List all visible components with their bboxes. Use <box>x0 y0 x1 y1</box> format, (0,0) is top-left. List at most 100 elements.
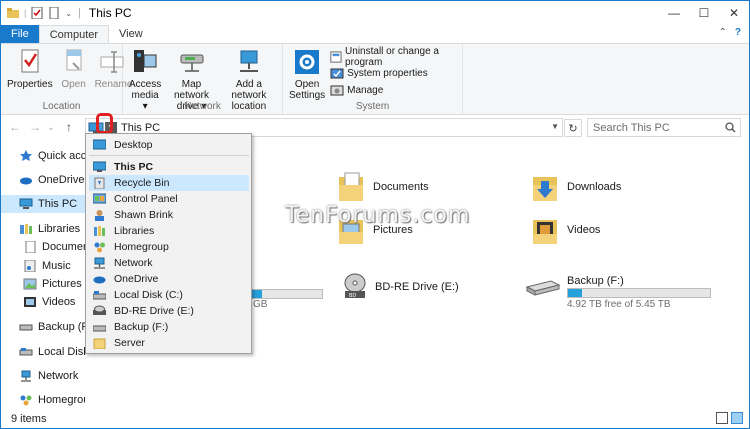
dd-item-network[interactable]: Network <box>89 255 249 271</box>
nav-item-videos[interactable]: Videos <box>1 293 85 311</box>
details-view-button[interactable] <box>716 412 728 424</box>
dd-item-server[interactable]: Server <box>89 335 249 351</box>
user-icon <box>95 210 104 221</box>
desktop-icon <box>93 139 106 150</box>
folder-downloads[interactable]: Downloads <box>531 171 621 203</box>
folder-icon <box>7 8 19 18</box>
dd-item-control-panel[interactable]: Control Panel <box>89 191 249 207</box>
nav-item-documents[interactable]: Documents <box>1 238 85 256</box>
folder-icon <box>93 338 106 349</box>
maximize-button[interactable]: ☐ <box>689 1 719 25</box>
dd-item-libraries[interactable]: Libraries <box>89 223 249 239</box>
dd-item-backup-f[interactable]: Backup (F:) <box>89 319 249 335</box>
music-icon <box>24 260 36 272</box>
dd-item-shawn-brink[interactable]: Shawn Brink <box>89 207 249 223</box>
nav-label-local-disk-c: Local Disk (C:) <box>38 346 85 358</box>
folder-documents[interactable]: Documents <box>337 171 429 203</box>
view-toggle <box>716 412 743 424</box>
close-button[interactable]: ✕ <box>719 1 749 25</box>
open-icon <box>66 49 82 71</box>
qat-customize-icon[interactable]: ⌄ <box>65 9 72 18</box>
minimize-button[interactable]: — <box>659 1 689 25</box>
nav-item-music[interactable]: Music <box>1 257 85 275</box>
back-arrow-icon[interactable]: ← <box>7 120 23 134</box>
folder-videos[interactable]: Videos <box>531 214 600 246</box>
dd-item-homegroup[interactable]: Homegroup <box>89 239 249 255</box>
group-label-system: System <box>355 101 390 112</box>
refresh-button[interactable]: ↻ <box>564 119 582 137</box>
highlight-circle <box>96 113 113 134</box>
downloads-folder-icon <box>533 177 557 201</box>
address-history-chevron-icon[interactable]: ▼ <box>551 122 559 131</box>
search-icon <box>725 122 736 133</box>
status-bar: 9 items <box>1 409 749 428</box>
search-input[interactable]: Search This PC <box>587 118 741 137</box>
system-properties-button[interactable]: System properties <box>330 66 459 81</box>
nav-label-network: Network <box>38 370 79 382</box>
homegroup-icon <box>94 242 105 253</box>
system-properties-label: System properties <box>347 68 428 79</box>
network-drive-icon <box>180 54 203 72</box>
tab-file[interactable]: File <box>1 25 39 43</box>
tiles-view-button[interactable] <box>731 412 743 424</box>
collapse-ribbon-icon[interactable]: ⌃ <box>719 27 727 38</box>
dd-item-this-pc[interactable]: This PC <box>89 159 249 175</box>
control-panel-icon <box>93 193 106 204</box>
nav-label-music: Music <box>42 260 71 272</box>
dd-label-shawn-brink: Shawn Brink <box>114 209 173 221</box>
nav-item-local-disk-c[interactable]: Local Disk (C:) <box>1 343 85 361</box>
properties-icon[interactable] <box>31 7 43 19</box>
dd-label-recycle-bin: Recycle Bin <box>114 177 170 189</box>
forward-arrow-icon[interactable]: → <box>27 120 43 134</box>
ribbon-controls: ⌃ ? <box>719 27 742 38</box>
drive-backup-f[interactable] <box>525 273 561 297</box>
address-dropdown-menu: Desktop This PC Recycle Bin Control Pane… <box>85 133 252 354</box>
up-arrow-icon[interactable]: ↑ <box>61 120 77 134</box>
dd-label-this-pc: This PC <box>114 161 154 173</box>
nav-item-homegroup[interactable]: Homegroup <box>1 391 85 409</box>
nav-label-homegroup: Homegroup <box>38 394 85 406</box>
drive-backup-f-label: Backup (F:) <box>567 275 624 287</box>
nav-item-network[interactable]: Network <box>1 367 85 385</box>
nav-item-pictures[interactable]: Pictures <box>1 275 85 293</box>
library-icon <box>94 226 105 236</box>
dd-item-desktop[interactable]: Desktop <box>89 137 249 153</box>
dd-item-bd-re-drive[interactable]: BD-RE Drive (E:) <box>89 303 249 319</box>
tab-view[interactable]: View <box>109 25 153 43</box>
drive-bd-re-label: BD-RE Drive (E:) <box>375 281 459 293</box>
dd-item-recycle-bin[interactable]: Recycle Bin <box>89 175 249 191</box>
documents-icon <box>25 241 36 253</box>
nav-item-onedrive[interactable]: OneDrive <box>1 171 85 189</box>
manage-icon <box>330 85 344 95</box>
nav-item-libraries[interactable]: Libraries <box>1 220 85 238</box>
network-icon <box>21 370 31 382</box>
dd-item-local-disk-c[interactable]: Local Disk (C:) <box>89 287 249 303</box>
media-server-icon <box>134 50 157 72</box>
backup-f-bar <box>567 288 711 298</box>
dd-item-onedrive[interactable]: OneDrive <box>89 271 249 287</box>
uninstall-icon <box>330 50 342 63</box>
help-icon[interactable]: ? <box>735 27 741 38</box>
disk-icon <box>93 291 106 300</box>
separator: | <box>24 8 27 18</box>
nav-label-this-pc: This PC <box>38 198 78 210</box>
recent-locations-icon[interactable]: ⌄ <box>43 122 59 133</box>
folder-videos-label: Videos <box>567 224 601 236</box>
disk-icon <box>19 348 33 356</box>
new-folder-icon[interactable] <box>48 7 60 19</box>
uninstall-label: Uninstall or change a program <box>345 45 439 68</box>
local-disk-c-size: GB <box>253 299 268 310</box>
dd-separator <box>89 155 249 156</box>
manage-button[interactable]: Manage <box>330 83 459 98</box>
drive-bd-re[interactable]: BD BD-RE Drive (E:) <box>343 273 459 301</box>
dd-label-onedrive: OneDrive <box>114 273 159 285</box>
dd-label-network: Network <box>114 257 153 269</box>
group-location: Properties Open Rename Location <box>1 44 132 114</box>
nav-item-this-pc[interactable]: This PC <box>1 195 85 213</box>
nav-item-quick-access[interactable]: Quick access <box>1 147 85 165</box>
uninstall-program-button[interactable]: Uninstall or change a program <box>330 46 459 68</box>
access-media-line1: Access <box>129 79 162 90</box>
pictures-icon <box>23 278 37 290</box>
tab-computer[interactable]: Computer <box>38 25 110 43</box>
nav-item-backup-f[interactable]: Backup (F:) <box>1 318 85 336</box>
